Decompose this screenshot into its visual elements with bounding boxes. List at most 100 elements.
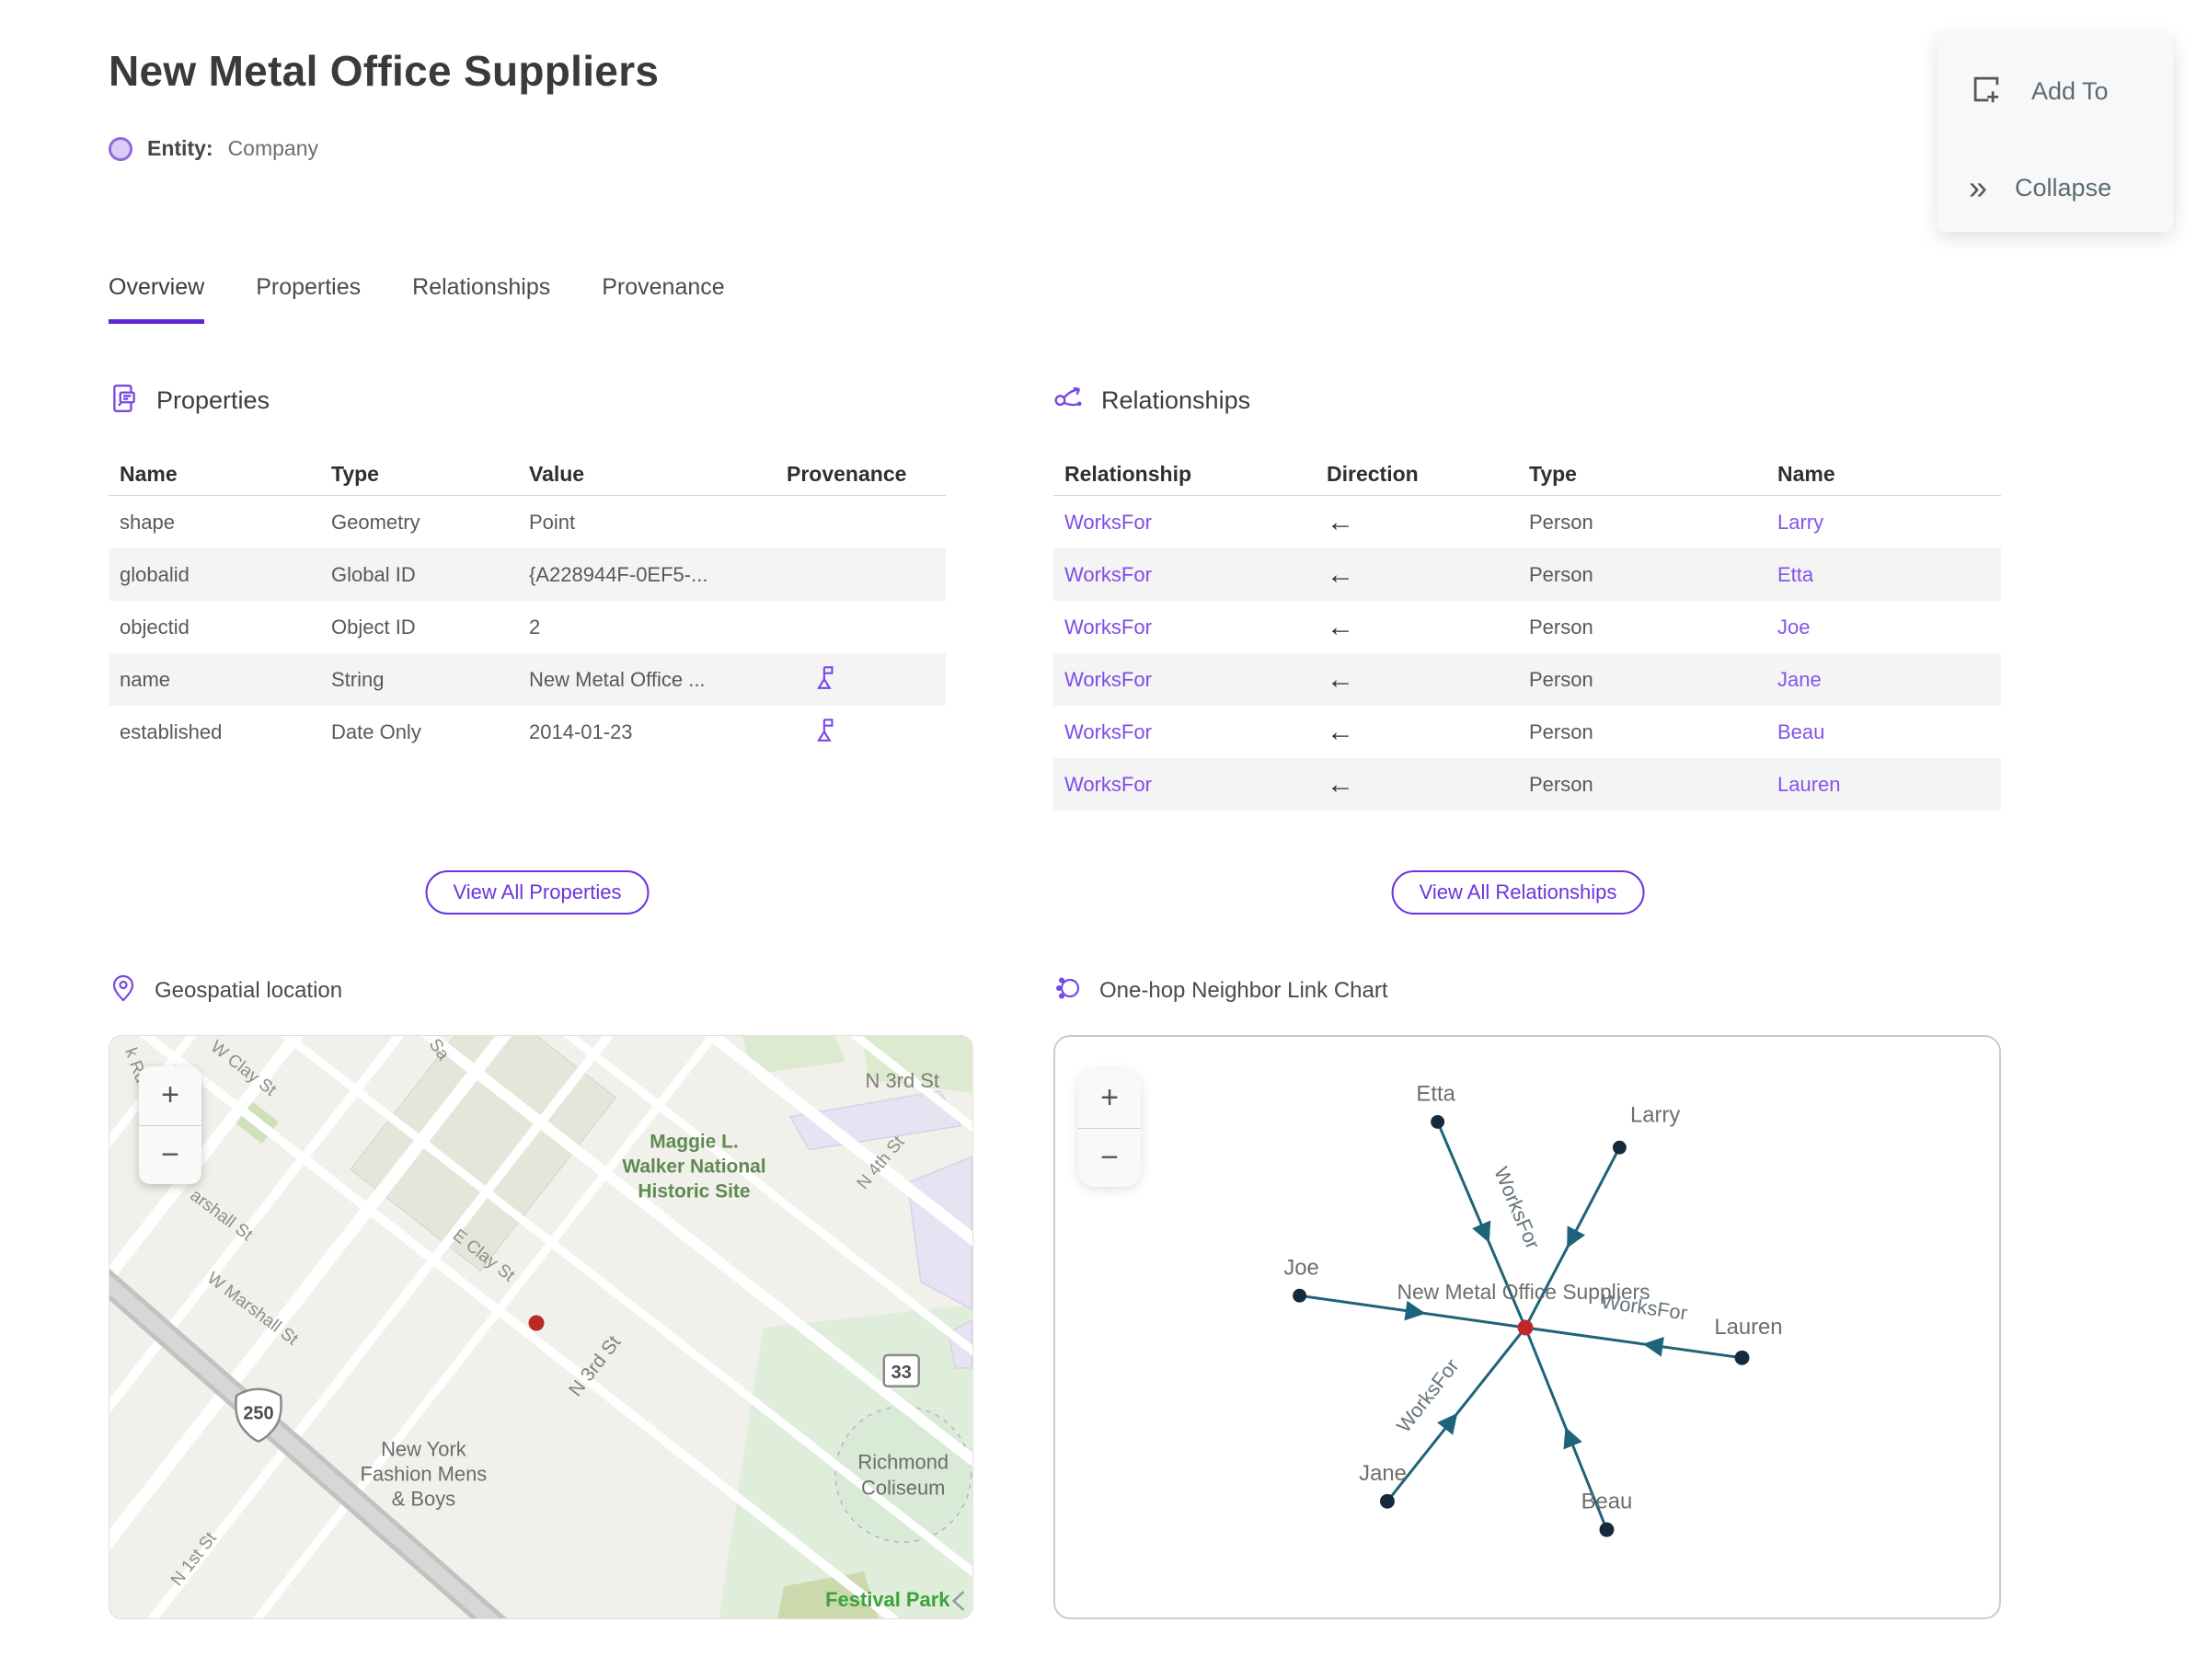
chart-node-labels: Etta Larry Joe Lauren Jane Beau New Meta…: [1283, 1082, 1782, 1514]
relationship-row[interactable]: WorksFor ← Person Lauren: [1053, 758, 2001, 811]
view-all-properties-button[interactable]: View All Properties: [425, 870, 650, 915]
chart-zoom-in-button[interactable]: +: [1078, 1069, 1141, 1129]
property-value: New Metal Office ...: [529, 667, 706, 691]
map-zoom-in-button[interactable]: +: [139, 1066, 201, 1126]
col-header-name: Name: [120, 461, 178, 486]
provenance-flag-icon[interactable]: [776, 663, 946, 696]
relationship-row[interactable]: WorksFor ← Person Etta: [1053, 548, 2001, 601]
svg-text:Fashion Mens: Fashion Mens: [361, 1462, 488, 1485]
svg-text:Walker National: Walker National: [622, 1156, 765, 1178]
center-node-label: New Metal Office Suppliers: [1397, 1280, 1650, 1304]
property-row[interactable]: established Date Only 2014-01-23: [109, 706, 946, 758]
relationship-type: Person: [1529, 510, 1593, 534]
tab-provenance[interactable]: Provenance: [602, 274, 724, 324]
svg-text:Etta: Etta: [1416, 1082, 1455, 1107]
node-etta: [1431, 1114, 1445, 1129]
link-chart-icon: [1053, 973, 1083, 1007]
double-chevron-right-icon: »: [1969, 168, 1988, 206]
relationship-link[interactable]: WorksFor: [1053, 668, 1316, 692]
collapse-label: Collapse: [2015, 173, 2112, 201]
provenance-flag-icon[interactable]: [776, 716, 946, 749]
floating-action-menu: Add To » Collapse: [1938, 33, 2173, 232]
col-header-type: Type: [1529, 461, 1577, 486]
svg-text:Larry: Larry: [1630, 1102, 1680, 1127]
direction-arrow-icon: ←: [1327, 558, 1354, 590]
property-row[interactable]: objectid Object ID 2: [109, 601, 946, 653]
property-name: established: [120, 719, 223, 743]
linkchart-section-header: One-hop Neighbor Link Chart: [1053, 973, 1388, 1007]
svg-text:Historic Site: Historic Site: [638, 1180, 750, 1202]
linkchart-section-title: One-hop Neighbor Link Chart: [1099, 977, 1388, 1003]
add-to-button[interactable]: Add To: [1969, 72, 2109, 111]
tab-properties[interactable]: Properties: [256, 274, 361, 324]
collapse-button[interactable]: » Collapse: [1969, 171, 2111, 204]
relationship-link[interactable]: WorksFor: [1053, 616, 1316, 639]
map-zoom-out-button[interactable]: −: [139, 1126, 201, 1185]
properties-section-title: Properties: [156, 386, 270, 414]
relationship-link[interactable]: WorksFor: [1053, 511, 1316, 535]
svg-text:WorksFor: WorksFor: [1489, 1164, 1545, 1253]
col-header-provenance: Provenance: [787, 461, 907, 486]
property-value: 2014-01-23: [529, 719, 633, 743]
related-entity-link[interactable]: Jane: [1766, 668, 2001, 692]
svg-text:250: 250: [243, 1404, 273, 1424]
view-all-relationships-button[interactable]: View All Relationships: [1391, 870, 1645, 915]
property-name: objectid: [120, 615, 190, 639]
relationship-row[interactable]: WorksFor ← Person Joe: [1053, 601, 2001, 653]
direction-arrow-icon: ←: [1327, 611, 1354, 642]
svg-text:N 3rd St: N 3rd St: [866, 1069, 939, 1092]
entity-location-marker[interactable]: [528, 1315, 545, 1331]
property-row[interactable]: globalid Global ID {A228944F-0EF5-...: [109, 548, 946, 601]
svg-text:Coliseum: Coliseum: [861, 1476, 945, 1499]
related-entity-link[interactable]: Etta: [1766, 563, 2001, 587]
svg-text:& Boys: & Boys: [392, 1487, 455, 1510]
svg-text:Richmond: Richmond: [857, 1451, 949, 1474]
properties-table: Name Type Value Provenance shape Geometr…: [109, 453, 946, 758]
property-type: Object ID: [331, 615, 416, 639]
one-hop-link-chart[interactable]: WorksFor WorksFor WorksFor Etta Larry Jo…: [1053, 1035, 2001, 1619]
tab-relationships[interactable]: Relationships: [412, 274, 550, 324]
svg-text:Jane: Jane: [1359, 1461, 1407, 1486]
map-pin-icon: [109, 973, 138, 1007]
relationship-row[interactable]: WorksFor ← Person Larry: [1053, 496, 2001, 548]
property-type: Global ID: [331, 562, 416, 586]
property-value: 2: [529, 615, 541, 639]
relationships-section-title: Relationships: [1101, 386, 1251, 414]
relationship-link[interactable]: WorksFor: [1053, 773, 1316, 797]
property-row[interactable]: shape Geometry Point: [109, 496, 946, 548]
property-value: {A228944F-0EF5-...: [529, 562, 708, 586]
page-title: New Metal Office Suppliers: [109, 47, 660, 95]
related-entity-link[interactable]: Beau: [1766, 720, 2001, 744]
geospatial-map[interactable]: k Rd W Clay St Sa arshall St W Marshall …: [109, 1035, 973, 1619]
property-row[interactable]: name String New Metal Office ...: [109, 653, 946, 706]
property-name: globalid: [120, 562, 190, 586]
relationship-row[interactable]: WorksFor ← Person Jane: [1053, 653, 2001, 706]
related-entity-link[interactable]: Joe: [1766, 616, 2001, 639]
node-jane: [1380, 1493, 1395, 1509]
related-entity-link[interactable]: Lauren: [1766, 773, 2001, 797]
relationship-type: Person: [1529, 719, 1593, 743]
node-joe: [1293, 1288, 1307, 1303]
property-name: shape: [120, 510, 175, 534]
node-larry: [1612, 1140, 1627, 1155]
tab-overview[interactable]: Overview: [109, 274, 205, 324]
property-type: Geometry: [331, 510, 420, 534]
chart-zoom-out-button[interactable]: −: [1078, 1129, 1141, 1188]
relationship-row[interactable]: WorksFor ← Person Beau: [1053, 706, 2001, 758]
properties-section-header: Properties: [109, 383, 270, 419]
relationship-link[interactable]: WorksFor: [1053, 720, 1316, 744]
map-zoom-control: + −: [139, 1066, 201, 1184]
svg-text:Maggie L.: Maggie L.: [650, 1132, 738, 1153]
add-to-icon: [1969, 72, 2004, 111]
related-entity-link[interactable]: Larry: [1766, 511, 2001, 535]
direction-arrow-icon: ←: [1327, 716, 1354, 747]
chart-edge-arrows: [1404, 1220, 1664, 1450]
svg-text:Festival Park: Festival Park: [825, 1588, 950, 1611]
geospatial-section-header: Geospatial location: [109, 973, 342, 1007]
node-beau: [1599, 1522, 1615, 1537]
direction-arrow-icon: ←: [1327, 506, 1354, 537]
relationship-type: Person: [1529, 667, 1593, 691]
route-shield-33: 33: [882, 1353, 920, 1388]
property-type: Date Only: [331, 719, 421, 743]
relationship-link[interactable]: WorksFor: [1053, 563, 1316, 587]
